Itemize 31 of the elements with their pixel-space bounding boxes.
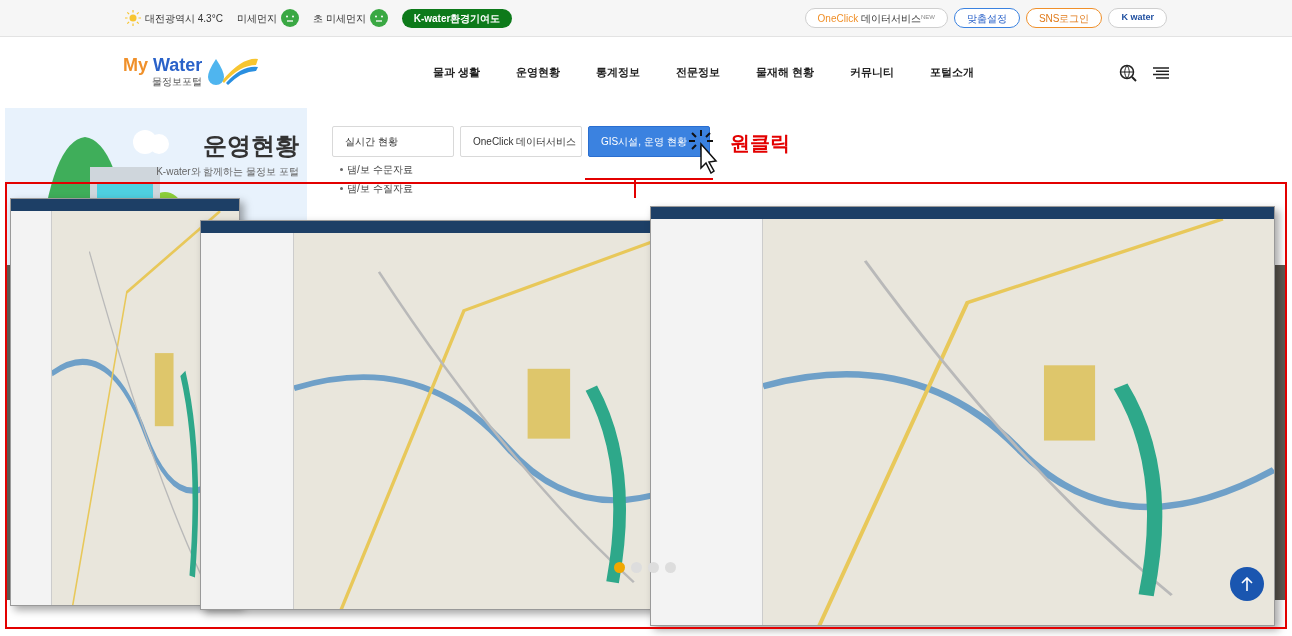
dust-label: 미세먼지 xyxy=(236,11,277,26)
bullet-icon xyxy=(340,168,343,171)
logo-subtitle: 물정보포털 xyxy=(152,75,203,89)
weather-text: 대전광역시 4.3°C xyxy=(145,11,223,26)
bullet-icon xyxy=(340,187,343,190)
contribution-button[interactable]: K-water환경기여도 xyxy=(401,8,513,28)
arrow-up-icon xyxy=(1241,577,1253,591)
nav-link[interactable]: 운영현황 xyxy=(516,64,561,81)
logo-title: My Water xyxy=(123,56,203,74)
sub-link[interactable]: 댐/보 수질자료 xyxy=(347,181,413,196)
tab[interactable]: OneClick 데이터서비스 xyxy=(460,126,582,157)
dust-label: 초 미세먼지 xyxy=(312,11,366,26)
settings-button[interactable]: 맞춤설정 xyxy=(953,8,1020,28)
nav-link[interactable]: 전문정보 xyxy=(676,64,721,81)
banner-subtitle: K-water와 함께하는 물정보 포털 xyxy=(156,165,299,179)
click-cursor-icon xyxy=(686,130,720,174)
kwater-logo-button[interactable]: K water xyxy=(1108,8,1167,28)
nav-link[interactable]: 물과 생활 xyxy=(433,64,481,81)
sub-link[interactable]: 댐/보 수문자료 xyxy=(347,162,413,177)
tab[interactable]: GIS시설, 운영 현황 xyxy=(588,126,710,157)
nav-link[interactable]: 통계정보 xyxy=(596,64,641,81)
nav-link[interactable]: 커뮤니티 xyxy=(850,64,895,81)
sun-icon xyxy=(125,10,141,26)
tab[interactable]: 실시간 현황 xyxy=(332,126,454,157)
globe-search-icon[interactable] xyxy=(1119,63,1137,82)
oneclick-data-service-button[interactable]: OneClick 데이터서비스$^{NEW}$ xyxy=(804,8,948,28)
nav-link[interactable]: 물재해 현황 xyxy=(756,64,815,81)
banner-title: 운영현황 xyxy=(203,131,299,161)
annotation-text: 원클릭 xyxy=(730,131,790,156)
menu-icon[interactable] xyxy=(1153,66,1169,79)
nav-link[interactable]: 포털소개 xyxy=(930,64,975,81)
